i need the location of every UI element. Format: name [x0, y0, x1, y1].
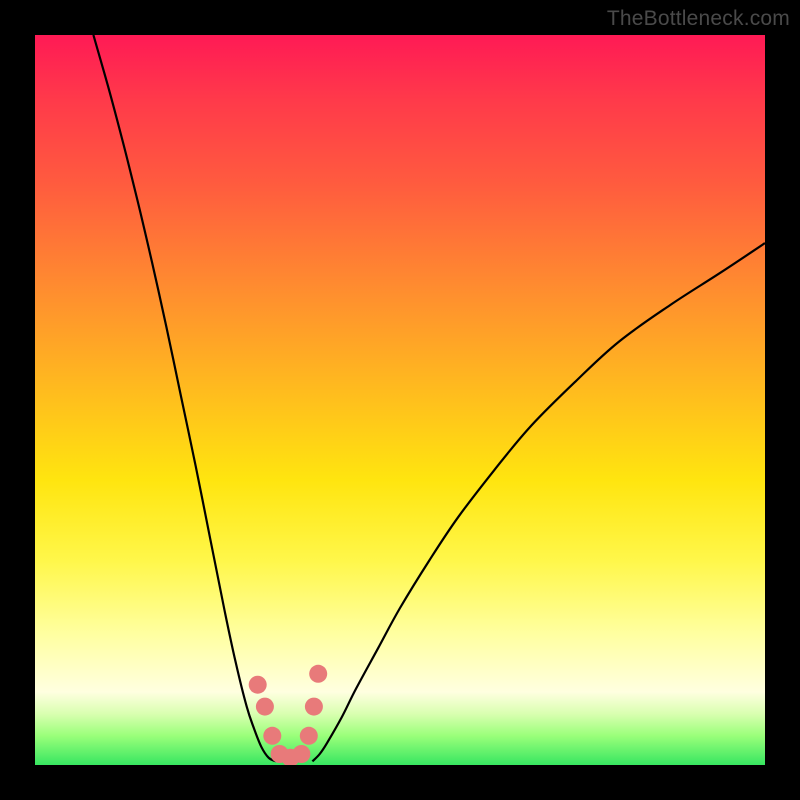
valley-marker — [305, 698, 323, 716]
valley-marker — [263, 727, 281, 745]
valley-marker — [309, 665, 327, 683]
valley-markers — [249, 665, 328, 765]
valley-marker — [292, 745, 310, 763]
chart-frame: TheBottleneck.com — [0, 0, 800, 800]
valley-marker — [256, 698, 274, 716]
right-curve — [312, 243, 765, 761]
chart-svg — [35, 35, 765, 765]
valley-marker — [300, 727, 318, 745]
left-curve — [93, 35, 276, 761]
watermark-text: TheBottleneck.com — [607, 7, 790, 31]
valley-marker — [249, 676, 267, 694]
plot-area — [35, 35, 765, 765]
